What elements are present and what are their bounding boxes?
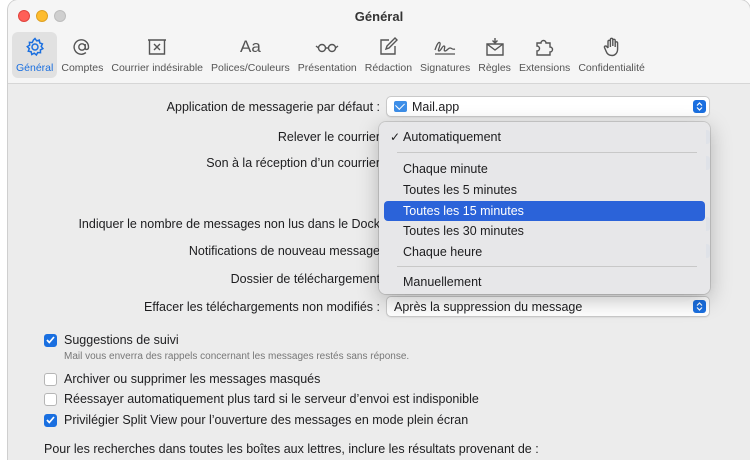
tab-fonts-colors[interactable]: Aa Polices/Couleurs xyxy=(207,32,294,78)
tab-general-label: Général xyxy=(16,62,54,74)
remove-downloads-popup[interactable]: Après la suppression du message xyxy=(386,296,710,317)
follow-up-suggestions-label: Suggestions de suivi xyxy=(64,333,179,347)
retry-send-label: Réessayer automatiquement plus tard si l… xyxy=(64,392,479,406)
checkmark-icon: ✓ xyxy=(390,130,401,144)
general-settings-pane: Application de messagerie par défaut : M… xyxy=(8,85,750,460)
menu-item-label: Toutes les 15 minutes xyxy=(403,204,524,218)
unread-dock-label: Indiquer le nombre de messages non lus d… xyxy=(78,217,380,231)
checkbox-checked-icon[interactable] xyxy=(44,413,57,427)
popup-stepper-icon xyxy=(693,300,706,313)
retry-send-checkbox[interactable]: Réessayer automatiquement plus tard si l… xyxy=(44,390,479,408)
tab-rules[interactable]: Règles xyxy=(474,32,515,78)
tab-accounts[interactable]: Comptes xyxy=(57,32,107,78)
preferences-toolbar: Général Comptes Courrier indésirable Aa … xyxy=(12,32,649,78)
download-folder-label: Dossier de téléchargement xyxy=(230,272,380,286)
tab-signatures-label: Signatures xyxy=(420,62,471,74)
at-icon xyxy=(69,36,95,58)
follow-up-hint: Mail vous enverra des rappels concernant… xyxy=(64,351,410,362)
default-app-value: Mail.app xyxy=(412,99,460,114)
hand-icon xyxy=(599,36,625,58)
tab-extensions[interactable]: Extensions xyxy=(515,32,574,78)
check-mail-dropdown-menu: ✓ Automatiquement Chaque minute Toutes l… xyxy=(379,122,710,294)
tab-viewing-label: Présentation xyxy=(297,62,357,74)
menu-item-label: Toutes les 30 minutes xyxy=(403,224,524,238)
menu-separator xyxy=(397,266,697,267)
puzzle-icon xyxy=(532,36,558,58)
default-app-label: Application de messagerie par défaut : xyxy=(166,100,380,114)
glasses-icon xyxy=(314,36,340,58)
check-mail-label: Relever le courrier xyxy=(277,130,380,144)
title-bar: Général Général Comptes Courrier indésir… xyxy=(8,0,750,84)
menu-item-label: Chaque heure xyxy=(403,245,483,259)
menu-item-label: Chaque minute xyxy=(403,162,488,176)
compose-icon xyxy=(375,36,401,58)
remove-downloads-label: Effacer les téléchargements non modifiés… xyxy=(143,300,380,314)
tab-junk-mail-label: Courrier indésirable xyxy=(111,62,203,74)
menu-item-every-30-minutes[interactable]: Toutes les 30 minutes xyxy=(384,221,705,241)
tab-accounts-label: Comptes xyxy=(61,62,104,74)
menu-item-every-hour[interactable]: Chaque heure xyxy=(384,242,705,262)
tab-signatures[interactable]: Signatures xyxy=(416,32,474,78)
notifications-label: Notifications de nouveau message xyxy=(188,244,380,258)
window-title: Général xyxy=(354,9,404,24)
split-view-checkbox[interactable]: Privilégier Split View pour l’ouverture … xyxy=(44,411,468,429)
split-view-label: Privilégier Split View pour l’ouverture … xyxy=(64,413,469,427)
tab-composing[interactable]: Rédaction xyxy=(361,32,416,78)
remove-downloads-value: Après la suppression du message xyxy=(394,299,583,314)
checkbox-unchecked-icon[interactable] xyxy=(44,372,57,386)
menu-item-manually[interactable]: Manuellement xyxy=(384,272,705,292)
archive-muted-label: Archiver ou supprimer les messages masqu… xyxy=(64,372,321,386)
gear-icon xyxy=(22,36,48,58)
menu-item-label: Manuellement xyxy=(403,275,482,289)
tab-extensions-label: Extensions xyxy=(518,62,571,74)
tab-fonts-colors-label: Polices/Couleurs xyxy=(211,62,290,74)
menu-item-label: Automatiquement xyxy=(403,130,501,144)
follow-up-suggestions-checkbox[interactable]: Suggestions de suivi xyxy=(44,331,179,349)
signature-icon xyxy=(432,36,458,58)
tab-general[interactable]: Général xyxy=(12,32,58,78)
search-include-label: Pour les recherches dans toutes les boît… xyxy=(44,442,539,456)
menu-separator xyxy=(397,152,697,153)
preferences-window: Général Général Comptes Courrier indésir… xyxy=(8,0,750,460)
menu-item-automatic[interactable]: ✓ Automatiquement xyxy=(384,127,705,147)
menu-item-every-5-minutes[interactable]: Toutes les 5 minutes xyxy=(384,180,705,200)
mail-app-icon xyxy=(394,101,407,112)
font-icon: Aa xyxy=(239,37,261,56)
checkbox-checked-icon[interactable] xyxy=(44,333,57,347)
popup-stepper-icon xyxy=(693,100,706,113)
default-app-popup[interactable]: Mail.app xyxy=(386,96,710,117)
tab-junk-mail[interactable]: Courrier indésirable xyxy=(107,32,207,78)
archive-muted-checkbox[interactable]: Archiver ou supprimer les messages masqu… xyxy=(44,370,320,388)
rules-envelope-icon xyxy=(482,36,508,58)
checkbox-unchecked-icon[interactable] xyxy=(44,392,57,406)
tab-composing-label: Rédaction xyxy=(364,62,413,74)
tab-rules-label: Règles xyxy=(478,62,511,74)
tab-privacy-label: Confidentialité xyxy=(578,62,645,74)
tab-privacy[interactable]: Confidentialité xyxy=(574,32,649,78)
sound-label: Son à la réception d’un courrier xyxy=(206,156,380,170)
junk-tray-icon xyxy=(144,36,170,58)
menu-item-every-minute[interactable]: Chaque minute xyxy=(384,159,705,179)
menu-item-every-15-minutes[interactable]: Toutes les 15 minutes xyxy=(384,201,705,221)
menu-item-label: Toutes les 5 minutes xyxy=(403,183,517,197)
tab-viewing[interactable]: Présentation xyxy=(294,32,361,78)
